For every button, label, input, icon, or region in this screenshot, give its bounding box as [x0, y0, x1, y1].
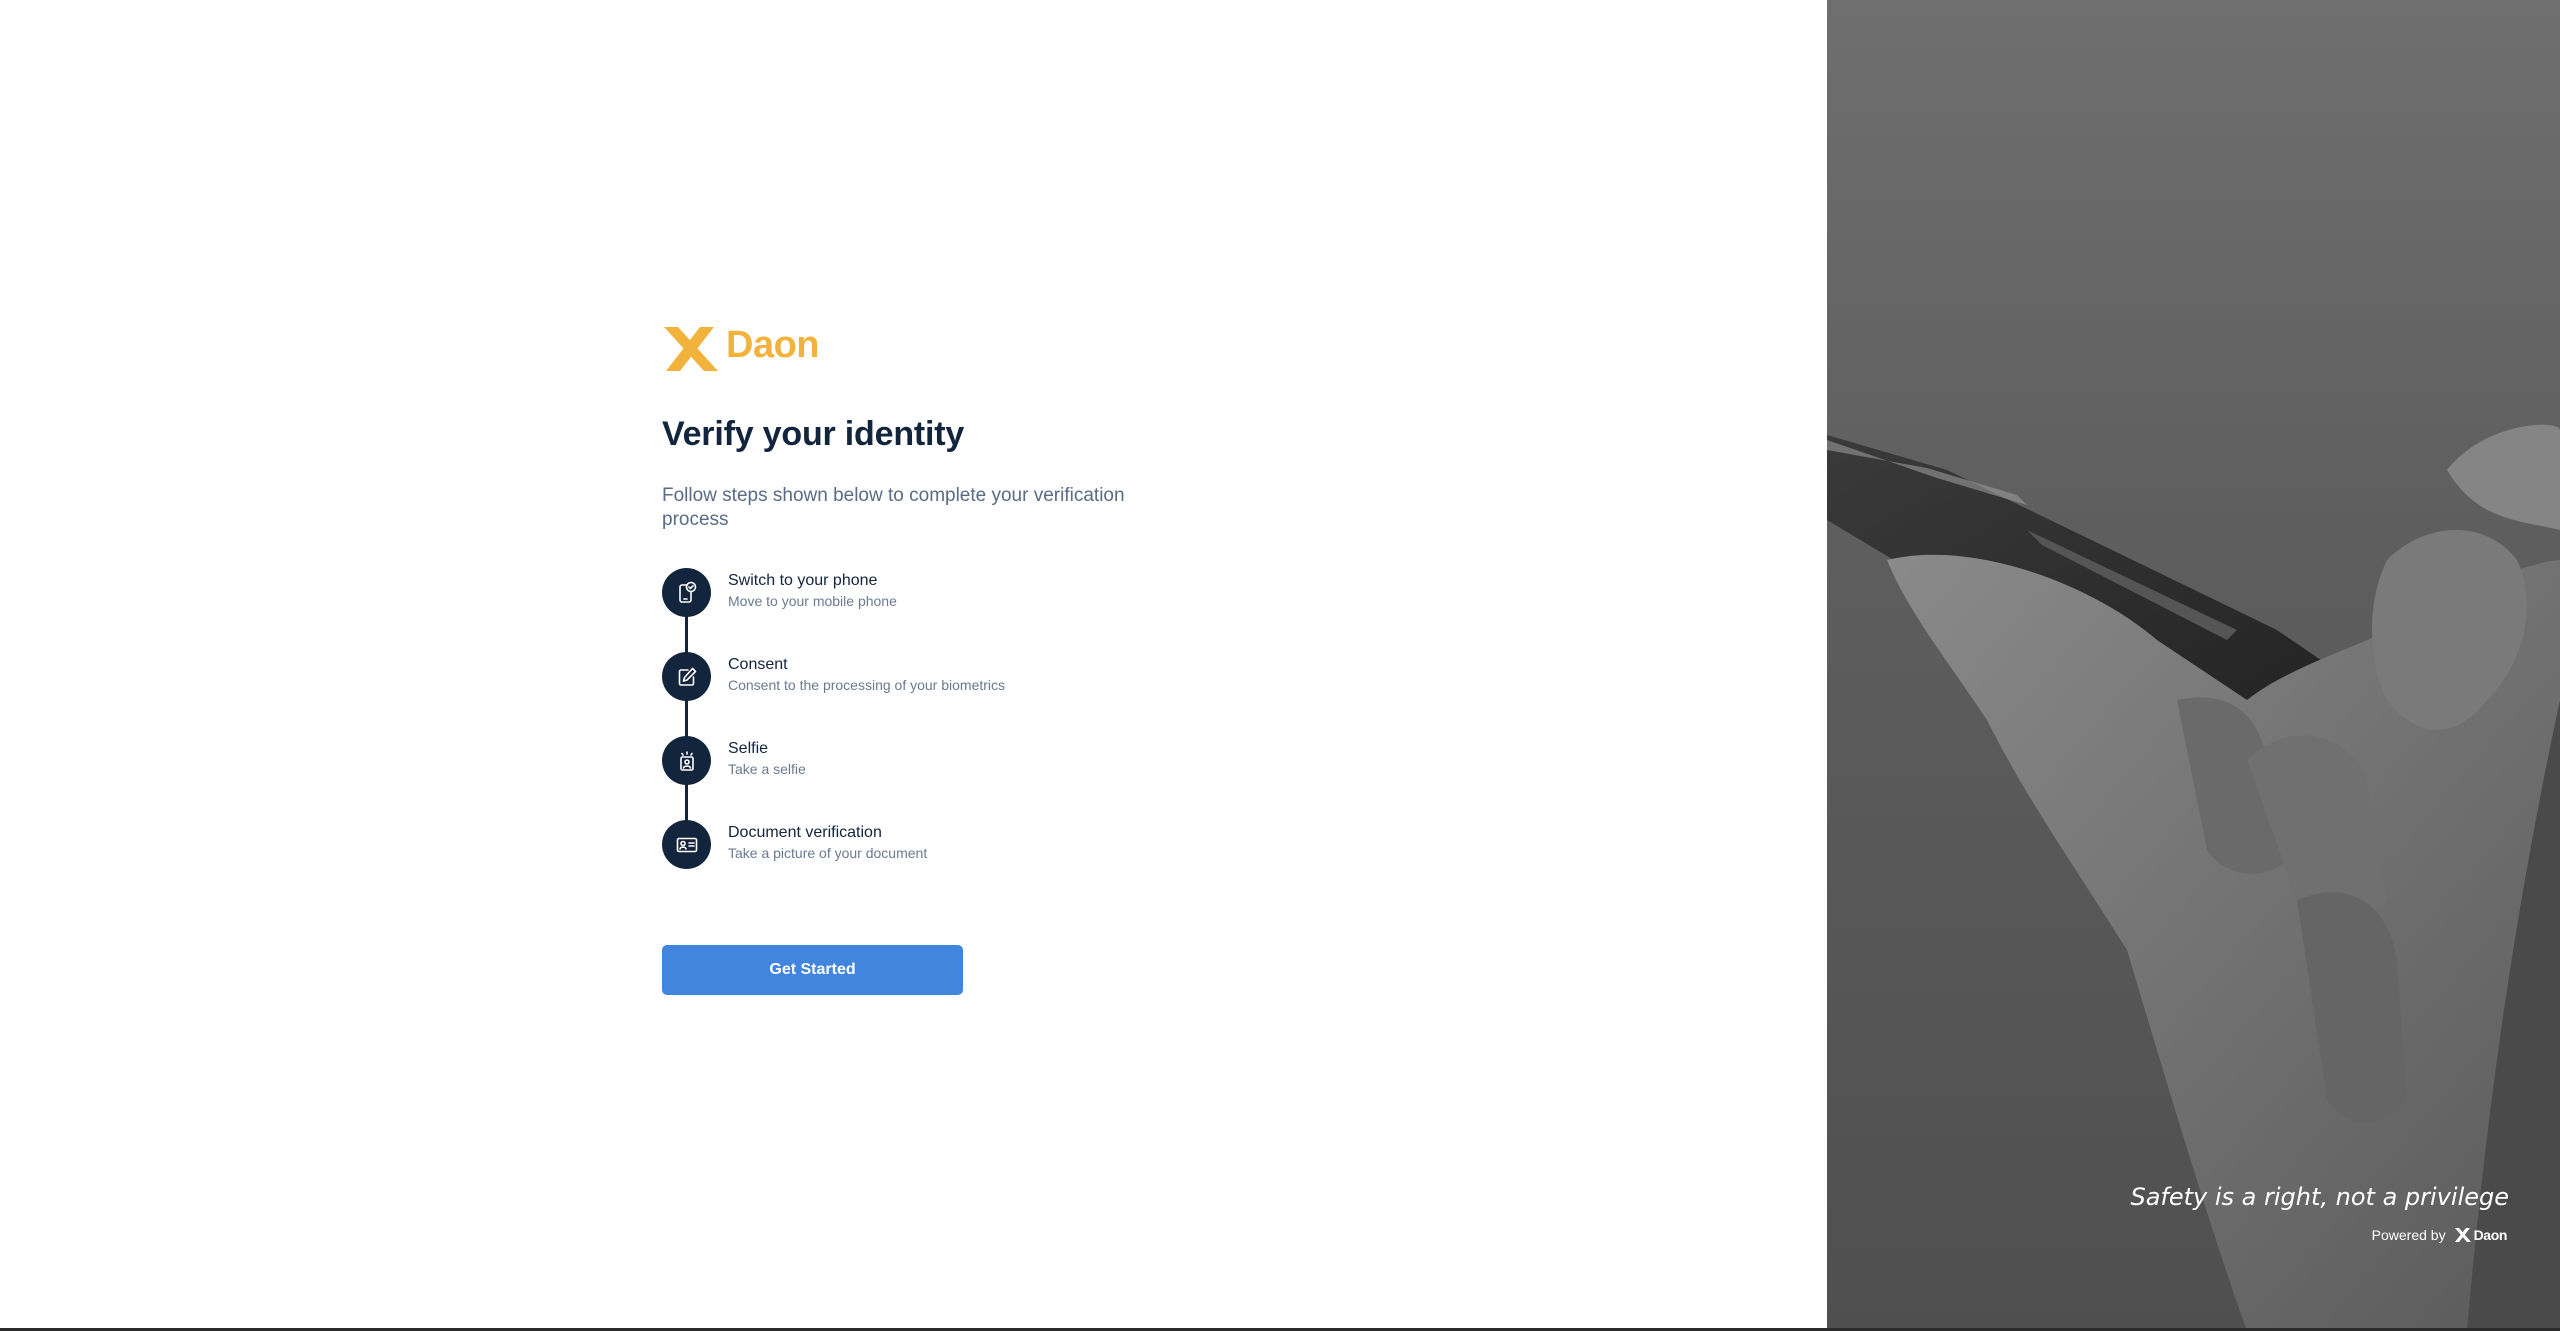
step-title: Switch to your phone	[728, 572, 878, 589]
main-content: Daon Verify your identity Follow steps s…	[662, 323, 1222, 995]
step-title: Consent	[728, 656, 788, 673]
hand-holding-phone-image	[1827, 424, 2560, 1331]
pen-edit-icon	[662, 652, 711, 701]
verification-page: Daon Verify your identity Follow steps s…	[0, 0, 2560, 1331]
powered-by: Powered by Daon	[2371, 1227, 2508, 1243]
step-selfie: Selfie Take a selfie	[662, 736, 1222, 820]
daon-x-icon	[664, 327, 718, 371]
powered-brand: Daon	[2473, 1227, 2508, 1243]
step-switch-phone: Switch to your phone Move to your mobile…	[662, 568, 1222, 652]
page-subtitle: Follow steps shown below to complete you…	[662, 485, 1125, 530]
step-title: Document verification	[728, 824, 882, 841]
step-description: Take a selfie	[728, 761, 806, 777]
step-description: Take a picture of your document	[728, 845, 928, 861]
step-document-verification: Document verification Take a picture of …	[662, 820, 1222, 904]
main-panel: Daon Verify your identity Follow steps s…	[0, 0, 1827, 1331]
phone-check-icon	[662, 568, 711, 617]
id-card-icon	[662, 820, 711, 869]
step-consent: Consent Consent to the processing of you…	[662, 652, 1222, 736]
get-started-button[interactable]: Get Started	[662, 945, 963, 995]
tagline: Safety is a right, not a privilege	[2130, 1183, 2509, 1211]
step-description: Move to your mobile phone	[728, 593, 897, 609]
selfie-icon	[662, 736, 711, 785]
step-title: Selfie	[728, 740, 769, 757]
steps-list: Switch to your phone Move to your mobile…	[662, 568, 1222, 904]
step-description: Consent to the processing of your biomet…	[728, 677, 1006, 693]
daon-x-icon	[2454, 1228, 2471, 1242]
brand-name: Daon	[726, 323, 820, 366]
daon-logo: Daon	[662, 323, 1222, 375]
powered-by-label: Powered by	[2371, 1227, 2446, 1243]
hero-image-panel: Safety is a right, not a privilege Power…	[1827, 0, 2560, 1331]
page-title: Verify your identity	[662, 415, 965, 453]
